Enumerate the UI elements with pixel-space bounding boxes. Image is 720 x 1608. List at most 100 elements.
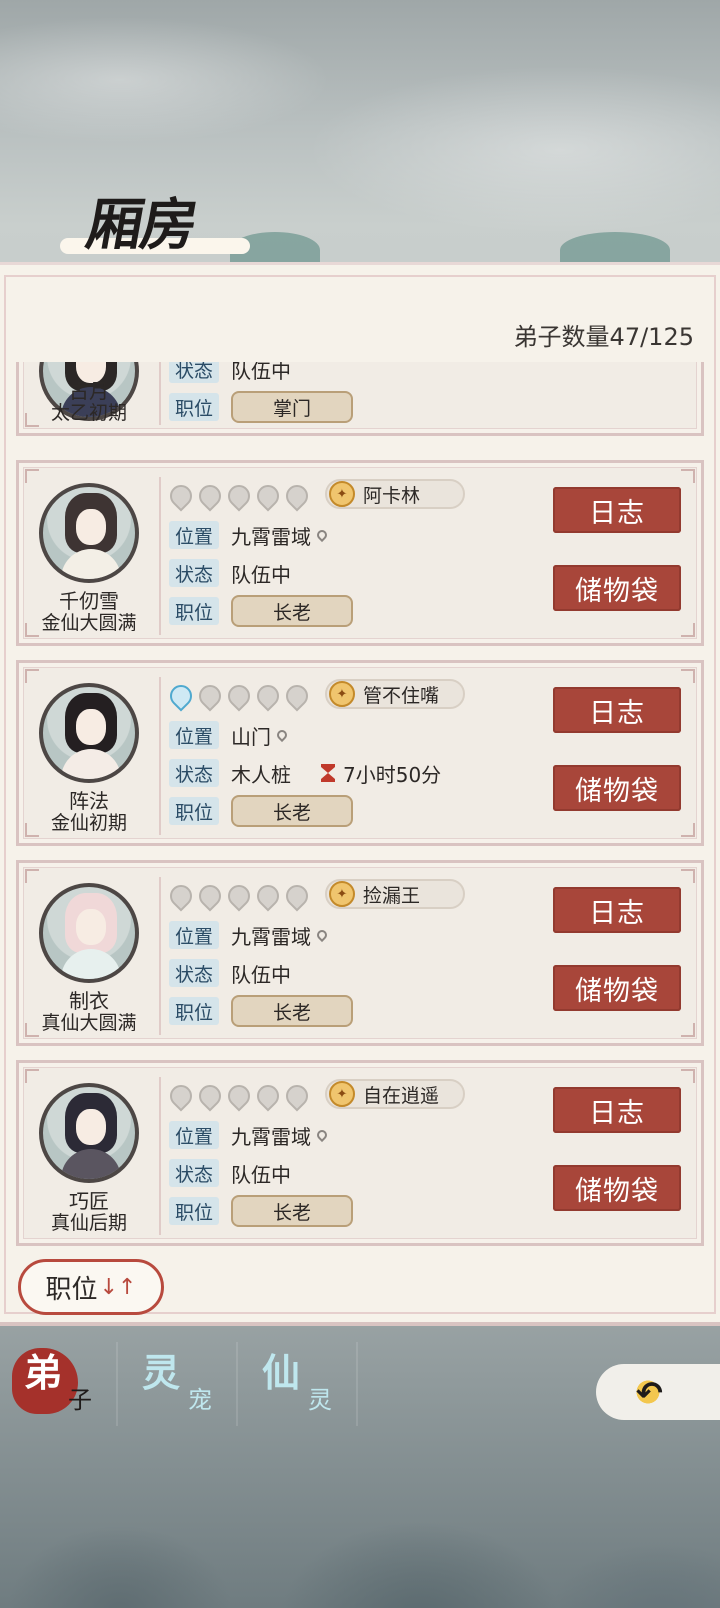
role-tag: 职位 <box>169 1197 219 1225</box>
location-value: 九霄雷域 <box>231 924 311 949</box>
sort-by-role-button[interactable]: 职位 ↓↑ <box>18 1259 164 1315</box>
hourglass-icon <box>321 764 335 782</box>
spirit-drops <box>167 479 307 511</box>
avatar[interactable] <box>39 1083 139 1183</box>
tab-label-main: 弟 <box>24 1351 63 1395</box>
corner-ornament <box>681 469 695 483</box>
role-button[interactable]: 长老 <box>231 995 353 1027</box>
disciple-realm: 金仙大圆满 <box>41 612 137 634</box>
role-button[interactable]: 掌门 <box>231 391 353 423</box>
location-value: 九霄雷域 <box>231 1124 311 1149</box>
corner-ornament <box>681 1023 695 1037</box>
storage-bag-button[interactable]: 储物袋 <box>553 1165 681 1211</box>
disciple-card[interactable]: 千仞雪 金仙大圆满 ✦ 阿卡林 位置 九霄雷域 状态 队伍中 职位 长老 日志 … <box>16 460 704 646</box>
card-divider <box>159 677 161 835</box>
tab-spirits[interactable]: 仙 灵 <box>240 1342 358 1426</box>
avatar[interactable] <box>39 883 139 983</box>
status-tag: 状态 <box>169 1159 219 1187</box>
corner-ornament <box>681 669 695 683</box>
tab-disciples[interactable]: 弟 子 <box>0 1342 118 1426</box>
spirit-drop-icon <box>283 479 307 507</box>
spirit-drop-icon <box>225 679 249 707</box>
avatar-body <box>61 1149 121 1179</box>
spirit-drop-icon <box>196 479 220 507</box>
map-pin-icon <box>314 527 330 543</box>
trait-name: 阿卡林 <box>363 484 421 507</box>
avatar[interactable] <box>39 483 139 583</box>
log-button[interactable]: 日志 <box>553 1087 681 1133</box>
role-row: 职位 长老 <box>169 995 353 1027</box>
card-divider <box>159 877 161 1035</box>
status-value: 队伍中 <box>231 962 291 987</box>
map-pin-icon <box>314 1127 330 1143</box>
storage-bag-button[interactable]: 储物袋 <box>553 965 681 1011</box>
corner-ornament <box>25 869 39 883</box>
map-pin-icon <box>274 727 290 743</box>
disciple-card[interactable]: 阵法 金仙初期 ✦ 管不住嘴 位置 山门 状态 木人桩 7小时50分 职位 长老… <box>16 660 704 846</box>
status-row: 状态 队伍中 <box>169 1159 291 1187</box>
spirit-drop-icon <box>167 479 191 507</box>
role-row: 职位 掌门 <box>169 391 353 423</box>
status-row: 状态 队伍中 <box>169 362 291 383</box>
status-row: 状态 木人桩 7小时50分 <box>169 759 441 787</box>
corner-ornament <box>681 823 695 837</box>
card-divider <box>159 1077 161 1235</box>
spirit-drop-icon <box>167 679 191 707</box>
disciple-list[interactable]: 古月 太乙初期 状态 队伍中 职位 掌门 千仞雪 金仙大圆满 ✦ 阿卡林 位置 … <box>16 362 704 1250</box>
disciple-panel: 弟子数量47/125 古月 太乙初期 状态 队伍中 职位 掌门 千仞雪 金仙大圆… <box>0 262 720 1326</box>
trait-pill[interactable]: ✦ 捡漏王 <box>325 879 465 909</box>
tab-pets[interactable]: 灵 宠 <box>120 1342 238 1426</box>
trait-name: 自在逍遥 <box>363 1084 440 1107</box>
card-divider <box>159 362 161 425</box>
trait-pill[interactable]: ✦ 管不住嘴 <box>325 679 465 709</box>
spirit-drop-icon <box>283 679 307 707</box>
map-pin-icon <box>314 927 330 943</box>
spirit-drop-icon <box>167 1079 191 1107</box>
corner-ornament <box>25 669 39 683</box>
disciple-card[interactable]: 古月 太乙初期 状态 队伍中 职位 掌门 <box>16 362 704 436</box>
back-button[interactable]: ↶ <box>596 1364 720 1420</box>
log-button[interactable]: 日志 <box>553 487 681 533</box>
trait-badge-icon: ✦ <box>329 881 355 907</box>
spirit-drop-icon <box>283 879 307 907</box>
role-button[interactable]: 长老 <box>231 595 353 627</box>
corner-ornament <box>681 1069 695 1083</box>
disciple-realm: 真仙后期 <box>50 1212 127 1234</box>
storage-bag-button[interactable]: 储物袋 <box>553 765 681 811</box>
role-button[interactable]: 长老 <box>231 1195 353 1227</box>
disciple-realm: 真仙大圆满 <box>41 1012 137 1034</box>
storage-bag-button[interactable]: 储物袋 <box>553 565 681 611</box>
status-value: 队伍中 <box>231 562 291 587</box>
trait-badge-icon: ✦ <box>329 681 355 707</box>
log-button[interactable]: 日志 <box>553 887 681 933</box>
title-plate: 厢房 <box>60 180 250 260</box>
location-tag: 位置 <box>169 1121 219 1149</box>
role-tag: 职位 <box>169 797 219 825</box>
disciple-card[interactable]: 制衣 真仙大圆满 ✦ 捡漏王 位置 九霄雷域 状态 队伍中 职位 长老 日志 储… <box>16 860 704 1046</box>
trait-pill[interactable]: ✦ 阿卡林 <box>325 479 465 509</box>
trait-pill[interactable]: ✦ 自在逍遥 <box>325 1079 465 1109</box>
back-arrow-icon: ↶ <box>636 1374 663 1412</box>
status-value: 队伍中 <box>231 1162 291 1187</box>
avatar[interactable] <box>39 683 139 783</box>
spirit-drop-icon <box>196 679 220 707</box>
log-button[interactable]: 日志 <box>553 687 681 733</box>
avatar-body <box>61 749 121 779</box>
tab-label-main: 仙 <box>262 1351 301 1395</box>
status-tag: 状态 <box>169 759 219 787</box>
avatar-face <box>76 709 106 745</box>
spirit-drop-icon <box>196 879 220 907</box>
tab-label-main: 灵 <box>142 1351 181 1395</box>
trait-name: 管不住嘴 <box>363 684 440 707</box>
location-row: 位置 九霄雷域 <box>169 1121 330 1149</box>
avatar-face <box>76 909 106 945</box>
location-row: 位置 九霄雷域 <box>169 921 330 949</box>
training-timer: 7小时50分 <box>321 759 441 788</box>
disciple-card[interactable]: 巧匠 真仙后期 ✦ 自在逍遥 位置 九霄雷域 状态 队伍中 职位 长老 日志 储… <box>16 1060 704 1246</box>
spirit-drop-icon <box>254 479 278 507</box>
corner-ornament <box>681 623 695 637</box>
status-row: 状态 队伍中 <box>169 959 291 987</box>
role-button[interactable]: 长老 <box>231 795 353 827</box>
page-title: 厢房 <box>81 192 202 258</box>
corner-ornament <box>25 469 39 483</box>
